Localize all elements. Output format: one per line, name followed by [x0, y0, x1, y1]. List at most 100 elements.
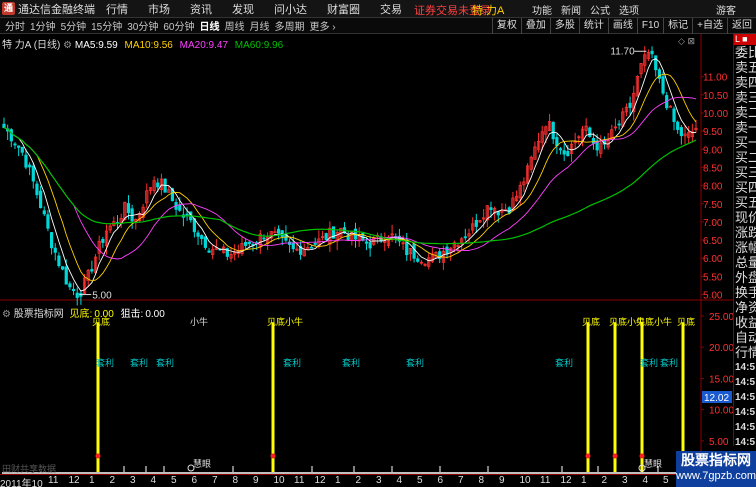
period-60min[interactable]: 60分钟: [163, 18, 194, 33]
price-tick-label: 10.00: [703, 109, 728, 120]
candle-body: [13, 143, 17, 146]
date-tick-label: 3: [376, 475, 382, 486]
menu-xinwen[interactable]: 新闻: [561, 2, 581, 17]
candle-body: [416, 258, 420, 262]
watermark-title: 股票指标网: [681, 452, 751, 468]
diamond-icon[interactable]: ◇: [678, 36, 685, 46]
settings-icon[interactable]: ⚙: [2, 309, 11, 320]
level-tag: L ■: [734, 34, 756, 45]
price-tick-label: 8.00: [703, 182, 723, 193]
quote-field-4: 卖二: [735, 105, 756, 120]
date-tick-label: 1: [581, 475, 587, 486]
candle-body: [558, 148, 563, 151]
tool-f10-button[interactable]: F10: [636, 18, 663, 34]
menu-gongneng[interactable]: 功能: [532, 2, 552, 17]
candle-body: [42, 210, 46, 215]
tool-fuquan-button[interactable]: 复权: [491, 18, 521, 34]
menu-hangqing[interactable]: 行情: [106, 1, 128, 17]
tool-diejia-button[interactable]: 叠加: [520, 18, 550, 34]
candle-body: [101, 238, 105, 243]
menu-gongshi[interactable]: 公式: [590, 2, 610, 17]
taoli-label: 套利: [640, 357, 658, 368]
date-tick-label: 5: [171, 475, 177, 486]
date-tick-label: 12: [560, 475, 572, 486]
current-value-label: 12.02: [704, 393, 729, 404]
date-tick-label: 1: [335, 475, 341, 486]
tool-zixuan-button[interactable]: +自选: [692, 18, 727, 34]
candle-body: [60, 266, 65, 270]
period-weekly[interactable]: 周线: [225, 18, 245, 33]
candle-body: [368, 242, 372, 249]
tool-fanhui-button[interactable]: 返回: [727, 18, 756, 34]
xiaoniu-label: 小牛: [190, 316, 208, 327]
quote-field-3: 卖三: [735, 90, 756, 105]
price-tick-label: 7.50: [703, 200, 723, 211]
date-tick-label: 11: [540, 475, 551, 486]
quote-field-11: 现价: [735, 210, 756, 225]
menu-shichang[interactable]: 市场: [148, 1, 170, 17]
chart-tools: 复权 叠加 多股 统计 画线 F10 标记 +自选 返回: [491, 18, 756, 34]
period-1min[interactable]: 1分钟: [30, 18, 56, 33]
tick-time-1: 14:5: [735, 377, 756, 388]
candle-body: [57, 255, 61, 267]
kline-chart[interactable]: 11.705.00 见底 见底小牛 见底 见底小牛见底小牛 见底小牛套利 套利 套利 套利 套利…: [0, 34, 733, 474]
menu-jiaoyi[interactable]: 交易: [380, 1, 402, 17]
price-tick-label: 6.00: [703, 254, 723, 265]
low-marker-label: 5.00: [92, 291, 112, 302]
watermark-url: www.7gpzb.com: [676, 470, 756, 482]
candle-body: [654, 55, 658, 71]
tool-huaxian-button[interactable]: 画线: [607, 18, 637, 34]
candle-body: [672, 108, 676, 122]
candle-body: [562, 150, 566, 155]
period-fenshi[interactable]: 分时: [5, 18, 25, 33]
date-tick-label: 10: [519, 475, 531, 486]
candle-body: [676, 121, 680, 130]
date-tick-label: 6: [191, 475, 198, 486]
settings-icon[interactable]: ⚙: [63, 40, 72, 51]
quote-field-14: 总量: [735, 255, 756, 270]
price-tick-label: 8.50: [703, 163, 723, 174]
menu-xuanxiang[interactable]: 选项: [619, 2, 639, 17]
candle-body: [364, 241, 369, 244]
candle-body: [661, 76, 665, 94]
sub-tick-label: 15.00: [709, 374, 733, 385]
menu-caifuquan[interactable]: 财富圈: [327, 1, 360, 17]
quote-list: 委比卖五卖四卖三卖二卖一买一买二买三买四买五现价涨跌涨幅总量外盘换手净资收益自动…: [734, 45, 756, 446]
period-monthly[interactable]: 月线: [250, 18, 270, 33]
date-tick-label: 3: [622, 475, 628, 486]
price-tick-label: 6.50: [703, 236, 723, 247]
period-more[interactable]: 更多 ›: [310, 18, 336, 33]
stock-name: 特 力A: [2, 40, 31, 51]
period-15min[interactable]: 15分钟: [91, 18, 122, 33]
jiandi-label: 见底: [677, 316, 695, 327]
period-multi[interactable]: 多周期: [275, 18, 305, 33]
menu-zixun[interactable]: 资讯: [190, 1, 212, 17]
guest-label[interactable]: 游客: [716, 2, 736, 17]
app-logo: 通: [2, 2, 15, 15]
candle-body: [24, 154, 28, 168]
close-icon[interactable]: ⊠: [687, 36, 695, 46]
candle-body: [49, 232, 54, 249]
taoli-label: 套利: [283, 357, 301, 368]
candle-body: [247, 241, 251, 245]
date-tick-label: 2: [601, 475, 608, 486]
menu-wenxiaoda[interactable]: 问小达: [274, 1, 307, 17]
period-daily[interactable]: 日线: [200, 18, 220, 33]
price-tick-label: 5.00: [703, 291, 723, 302]
candle-body: [463, 236, 467, 239]
tool-duogu-button[interactable]: 多股: [549, 18, 579, 34]
menu-faxian[interactable]: 发现: [232, 1, 254, 17]
tool-tongji-button[interactable]: 统计: [578, 18, 608, 34]
quote-field-12: 涨跌: [735, 225, 756, 240]
period-30min[interactable]: 30分钟: [127, 18, 158, 33]
candle-body: [309, 246, 314, 249]
candle-body: [273, 231, 277, 234]
taoli-label: 套利: [156, 357, 174, 368]
ma20-label: MA20:: [179, 40, 209, 51]
quote-field-16: 换手: [735, 285, 756, 300]
date-tick-label: 4: [396, 475, 403, 486]
period-5min[interactable]: 5分钟: [61, 18, 87, 33]
tool-biaoji-button[interactable]: 标记: [663, 18, 692, 34]
price-tick-label: 7.00: [703, 218, 723, 229]
jiandi-spike: [586, 322, 590, 472]
